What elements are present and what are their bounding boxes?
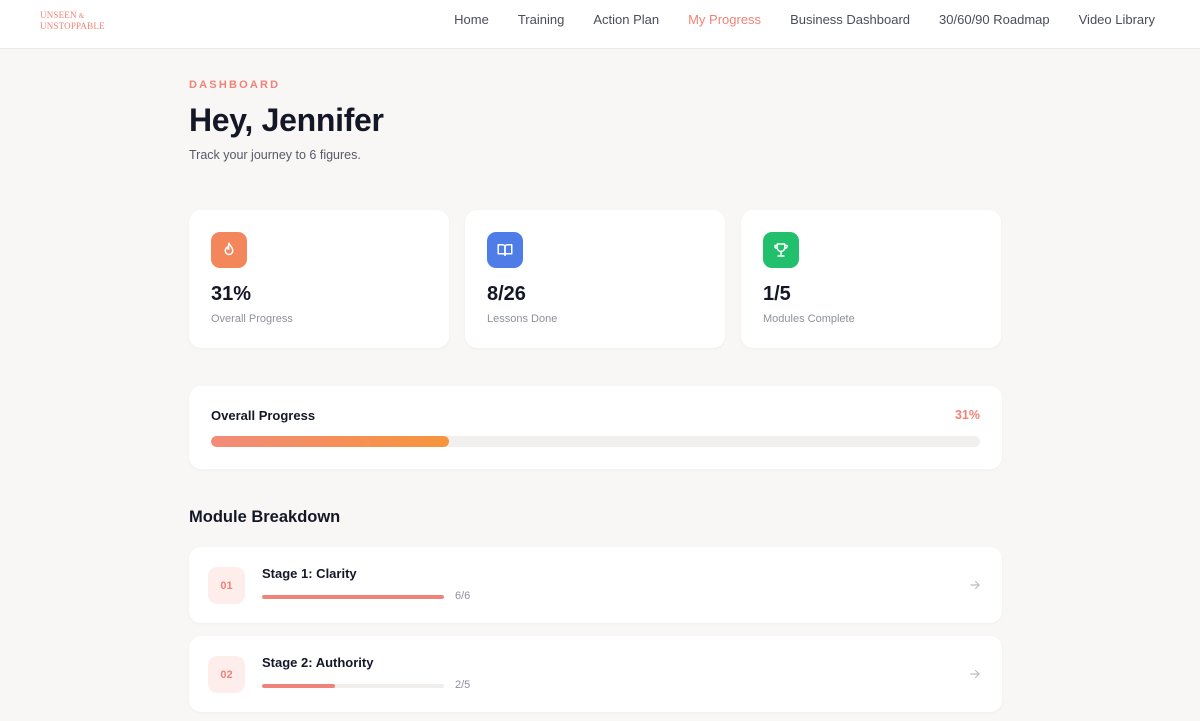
nav-link-action-plan[interactable]: Action Plan [593,12,659,27]
module-progress-track [262,684,444,688]
overall-progress-percent: 31% [954,408,980,422]
stat-value: 31% [211,283,252,305]
stat-label: Overall Progress [211,313,293,325]
book-icon [487,232,523,268]
nav-link-home[interactable]: Home [454,12,489,27]
brand-line-1: UNSEEN [40,10,77,20]
overall-progress-card: Overall Progress 31% [189,386,1002,469]
module-title: Stage 2: Authority [262,655,374,670]
arrow-right-icon[interactable] [968,667,982,681]
stat-card-overall-progress: 31% Overall Progress [189,210,449,348]
stat-card-modules-complete: 1/5 Modules Complete [741,210,1001,348]
overall-progress-title: Overall Progress [211,408,316,423]
nav-link-roadmap[interactable]: 30/60/90 Roadmap [939,12,1050,27]
page-subtitle: Track your journey to 6 figures. [189,148,361,162]
module-progress-fill [262,684,335,688]
nav-link-training[interactable]: Training [518,12,564,27]
stat-value: 1/5 [763,283,791,305]
module-progress-fill [262,595,444,599]
brand-line-2: UNSTOPPABLE [40,21,105,31]
nav-link-video-library[interactable]: Video Library [1079,12,1155,27]
brand-logo[interactable]: UNSEEN & UNSTOPPABLE [40,10,120,31]
stat-label: Lessons Done [487,313,558,325]
section-eyebrow: DASHBOARD [189,79,281,91]
overall-progress-fill [211,436,450,447]
main-nav: Home Training Action Plan My Progress Bu… [454,12,1155,27]
module-progress-track [262,595,444,599]
module-lesson-count: 6/6 [455,590,471,602]
stat-label: Modules Complete [763,313,855,325]
module-title: Stage 1: Clarity [262,566,357,581]
overall-progress-track [211,436,980,447]
brand-ampersand: & [78,12,85,20]
flame-icon [211,232,247,268]
top-navigation-bar: UNSEEN & UNSTOPPABLE Home Training Action… [0,0,1200,49]
stats-row: 31% Overall Progress 8/26 Lessons Done 1… [189,210,1002,348]
module-number-badge: 01 [208,567,245,604]
module-card-stage-2[interactable]: 02 Stage 2: Authority 2/5 [189,636,1002,712]
module-card-stage-1[interactable]: 01 Stage 1: Clarity 6/6 [189,547,1002,623]
stat-card-lessons-done: 8/26 Lessons Done [465,210,725,348]
nav-link-business-dashboard[interactable]: Business Dashboard [790,12,910,27]
trophy-icon [763,232,799,268]
page-title: Hey, Jennifer [189,102,384,138]
module-breakdown-title: Module Breakdown [189,508,341,526]
nav-link-my-progress[interactable]: My Progress [688,12,761,27]
module-lesson-count: 2/5 [455,679,471,691]
stat-value: 8/26 [487,283,526,305]
module-number-badge: 02 [208,656,245,693]
arrow-right-icon[interactable] [968,578,982,592]
